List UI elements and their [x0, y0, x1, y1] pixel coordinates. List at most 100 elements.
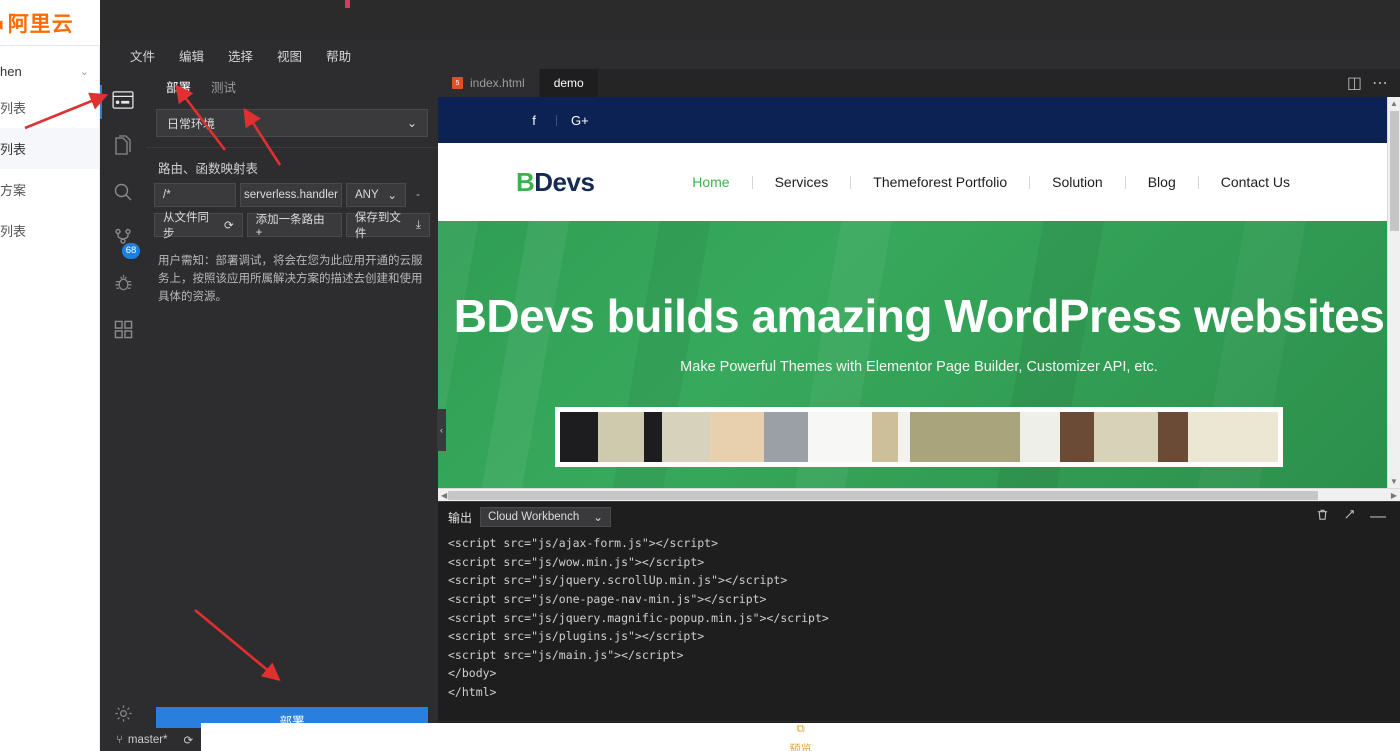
site-nav: Home Services Themeforest Portfolio Solu… [670, 174, 1360, 190]
output-content: <script src="js/ajax-form.js"></script> … [438, 532, 1400, 721]
route-path-input[interactable]: /* [154, 183, 236, 207]
activity-source-control[interactable]: 68 [100, 217, 146, 263]
sidebar-item-list-1[interactable]: 列表 [0, 87, 99, 128]
aliyun-logo[interactable]: ◖阿里云 [0, 8, 74, 38]
menu-view[interactable]: 视图 [265, 43, 314, 68]
shot-segment [644, 412, 662, 462]
scroll-up-arrow[interactable]: ▲ [1388, 97, 1400, 110]
preview-vertical-scrollbar[interactable]: ▲ ▼ [1387, 97, 1400, 488]
activity-extensions[interactable] [100, 309, 146, 355]
horizontal-scroll-thumb[interactable] [448, 490, 1318, 500]
more-actions-icon[interactable]: ⋯ [1372, 73, 1388, 93]
output-line: <script src="js/plugins.js"></script> [448, 629, 705, 644]
hero-title: BDevs builds amazing WordPress websites [453, 290, 1385, 342]
split-editor-icon[interactable]: ◫ [1347, 73, 1362, 93]
sidebar-item-list-3[interactable]: 列表 [0, 210, 99, 251]
shot-segment [1158, 412, 1188, 462]
site-nav-portfolio[interactable]: Themeforest Portfolio [851, 174, 1029, 190]
status-bar: ⑂ master* ⟳ ⧉ 预览 [100, 722, 1400, 751]
output-line: </body> [448, 666, 497, 681]
status-sync[interactable]: ⟳ [176, 733, 202, 747]
shot-segment [598, 412, 644, 462]
extensions-icon [114, 320, 133, 344]
files-icon [113, 134, 133, 162]
route-action-buttons: 从文件同步 ⟳ 添加一条路由 + 保存到文件 ⤓ [146, 207, 438, 240]
sidebar-item-list-2[interactable]: 列表 [0, 128, 99, 169]
ide-window: 文件 编辑 选择 视图 帮助 68 部署 测试 日常环境 ⌄ 路由、函数映射表 … [100, 0, 1400, 751]
clear-output-icon[interactable] [1316, 508, 1329, 526]
source-control-badge: 68 [122, 243, 140, 259]
maximize-panel-icon[interactable] [1343, 508, 1356, 526]
activity-search[interactable] [100, 171, 146, 217]
site-nav-home[interactable]: Home [670, 174, 751, 190]
activity-explorer[interactable] [100, 125, 146, 171]
activity-debug[interactable] [100, 263, 146, 309]
site-logo[interactable]: BDevs [516, 166, 595, 198]
site-nav-blog[interactable]: Blog [1126, 174, 1198, 190]
output-line: <script src="js/jquery.magnific-popup.mi… [448, 610, 829, 625]
save-to-file-button[interactable]: 保存到文件 ⤓ [345, 212, 430, 240]
aliyun-logo-mark: ◖ [0, 12, 8, 36]
sidebar-item-solution[interactable]: 方案 [0, 169, 99, 210]
facebook-icon[interactable]: f [526, 113, 542, 128]
site-nav-contact[interactable]: Contact Us [1199, 174, 1312, 190]
web-preview: f G+ BDevs Home Services Themeforest Por… [438, 97, 1400, 501]
editor-tab-actions: ◫ ⋯ [1347, 69, 1400, 97]
sync-from-file-button[interactable]: 从文件同步 ⟳ [154, 212, 243, 240]
status-branch-label: master* [127, 733, 168, 746]
status-preview[interactable]: ⧉ 预览 [201, 722, 1400, 751]
collapse-panel-handle[interactable]: ‹ [437, 409, 446, 451]
scroll-down-arrow[interactable]: ▼ [1388, 475, 1400, 488]
menu-help[interactable]: 帮助 [314, 43, 363, 68]
shot-segment [1060, 412, 1094, 462]
hero-subtitle: Make Powerful Themes with Elementor Page… [680, 359, 1158, 375]
vertical-scroll-thumb[interactable] [1390, 111, 1399, 231]
shot-segment [898, 412, 910, 462]
output-line: <script src="js/main.js"></script> [448, 647, 684, 662]
status-preview-label: 预览 [789, 743, 813, 751]
output-channel-select[interactable]: Cloud Workbench ⌄ [480, 507, 611, 527]
menu-edit[interactable]: 编辑 [167, 43, 216, 68]
nav-project-selector[interactable]: hen ⌄ [0, 56, 99, 87]
google-plus-icon[interactable]: G+ [571, 113, 589, 128]
site-hero: BDevs builds amazing WordPress websites … [438, 221, 1400, 488]
editor-tab-label: demo [553, 76, 584, 90]
route-handler-input[interactable]: serverless.handler [240, 183, 342, 207]
environment-select[interactable]: 日常环境 ⌄ [156, 109, 428, 137]
menu-select[interactable]: 选择 [216, 43, 265, 68]
add-route-button[interactable]: 添加一条路由 + [246, 213, 342, 239]
shot-segment [662, 412, 710, 462]
shot-segment [764, 412, 808, 462]
menu-file[interactable]: 文件 [118, 43, 167, 68]
site-nav-services[interactable]: Services [753, 174, 851, 190]
ide-menubar: 文件 编辑 选择 视图 帮助 [100, 41, 1400, 69]
activity-app-browser[interactable] [100, 79, 146, 125]
add-route-label: 添加一条路由 + [255, 214, 325, 239]
html5-icon: 5 [452, 77, 463, 89]
output-panel: 输出 Cloud Workbench ⌄ — <script src="js/a… [438, 501, 1400, 751]
chevron-down-icon: ⌄ [593, 512, 603, 524]
site-nav-solution[interactable]: Solution [1030, 174, 1125, 190]
social-divider [556, 114, 557, 126]
site-logo-mark: B [516, 166, 535, 197]
status-branch[interactable]: ⑂ master* [108, 734, 176, 746]
route-method-select[interactable]: ANY ⌄ [346, 183, 406, 207]
gear-icon [114, 704, 133, 728]
editor-tab-demo[interactable]: demo [539, 69, 599, 97]
app-browser-icon [112, 90, 134, 114]
title-strip-marker [345, 0, 350, 8]
preview-horizontal-scrollbar[interactable]: ◀ ▶ [438, 488, 1400, 501]
output-panel-title: 输出 [448, 510, 473, 525]
output-line: <script src="js/jquery.scrollUp.min.js">… [448, 573, 788, 588]
output-line: <script src="js/wow.min.js"></script> [448, 554, 705, 569]
chevron-down-icon: ⌄ [387, 190, 397, 202]
download-icon: ⤓ [415, 218, 421, 231]
remove-route-button[interactable]: - [410, 183, 426, 207]
hero-screenshot [555, 407, 1283, 467]
tab-deploy[interactable]: 部署 [156, 69, 201, 103]
scroll-right-arrow[interactable]: ▶ [1388, 491, 1400, 500]
refresh-icon: ⟳ [223, 220, 234, 232]
close-panel-icon[interactable]: — [1370, 508, 1386, 526]
editor-tab-index-html[interactable]: 5 index.html [438, 69, 540, 97]
tab-test[interactable]: 测试 [201, 69, 246, 103]
